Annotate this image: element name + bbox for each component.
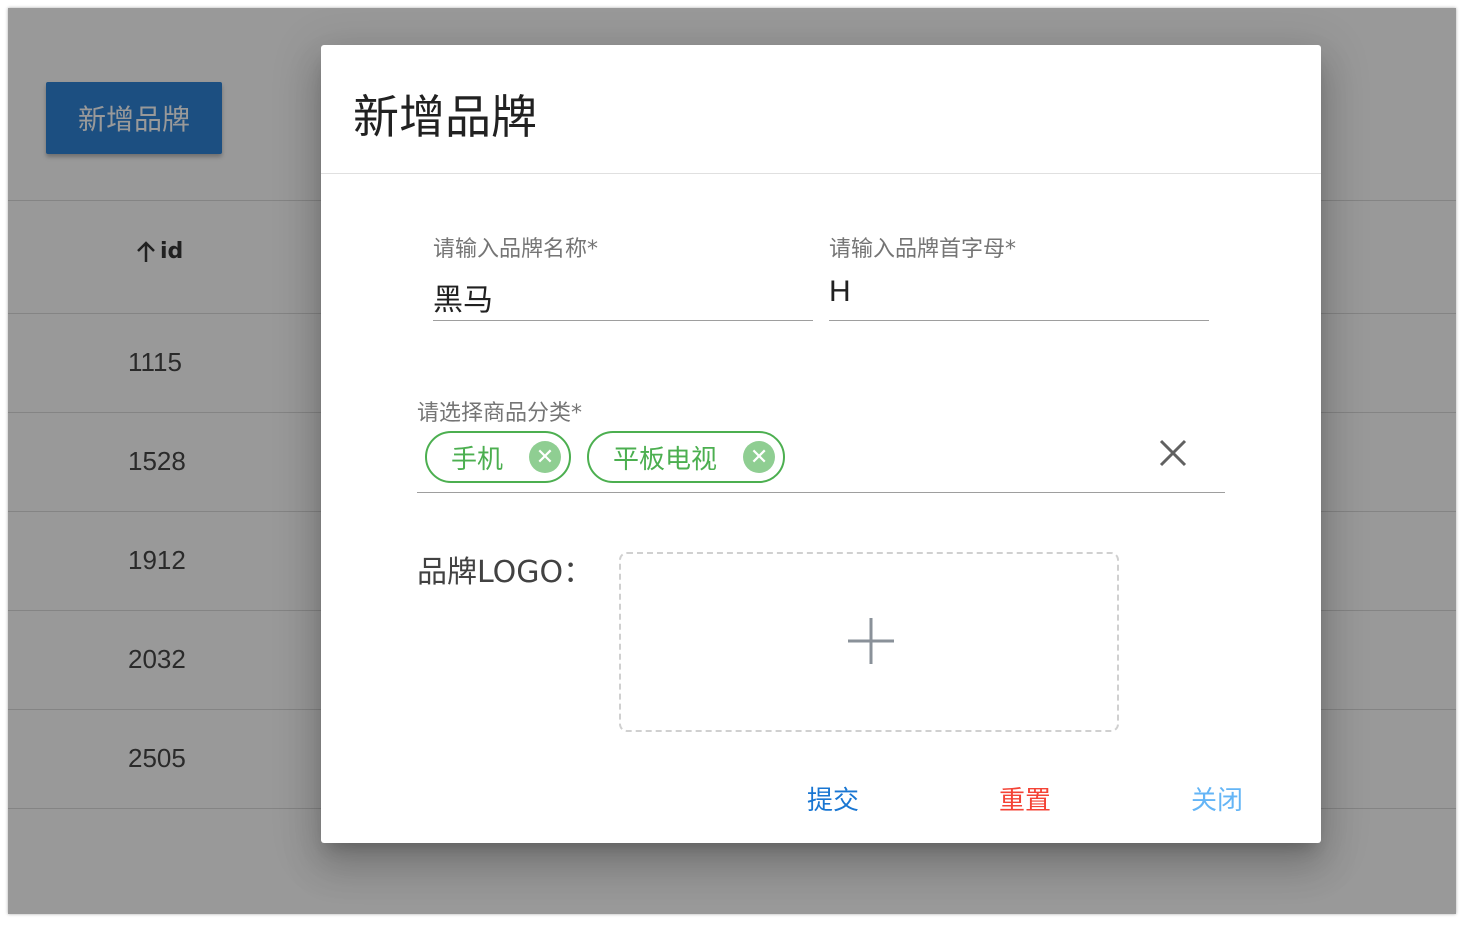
logo-upload-area[interactable] (619, 552, 1119, 732)
brand-name-field[interactable]: 请输入品牌名称* 黑马 (433, 231, 813, 321)
category-chips: 手机 ✕ 平板电视 ✕ (425, 431, 786, 483)
plus-icon (848, 618, 894, 664)
app-window: 新增品牌 id 1115 1528 1912 2032 2505 新增品牌 请输… (8, 8, 1456, 914)
field-underline (417, 492, 1225, 493)
category-chip[interactable]: 平板电视 ✕ (587, 431, 786, 483)
close-circle-icon[interactable]: ✕ (743, 441, 776, 473)
close-circle-icon[interactable]: ✕ (529, 441, 562, 473)
brand-name-input[interactable]: 黑马 (433, 275, 813, 318)
close-button[interactable]: 关闭 (1191, 780, 1243, 817)
field-underline (433, 320, 813, 321)
brand-letter-input[interactable]: H (829, 275, 1209, 313)
chip-label: 平板电视 (613, 444, 718, 475)
submit-button[interactable]: 提交 (807, 780, 859, 817)
brand-letter-label: 请输入品牌首字母* (829, 237, 1017, 262)
add-brand-dialog: 新增品牌 请输入品牌名称* 黑马 请输入品牌首字母* H 请选择商品分类* 手机… (321, 45, 1321, 843)
category-label: 请选择商品分类* (417, 401, 583, 426)
brand-name-label: 请输入品牌名称* (433, 237, 599, 262)
dialog-divider (321, 173, 1321, 174)
brand-letter-field[interactable]: 请输入品牌首字母* H (829, 231, 1209, 321)
field-underline (829, 320, 1209, 321)
category-chip[interactable]: 手机 ✕ (425, 431, 572, 483)
dialog-title: 新增品牌 (353, 90, 537, 144)
close-icon[interactable] (1153, 433, 1193, 473)
reset-button[interactable]: 重置 (999, 780, 1051, 817)
logo-label: 品牌LOGO： (417, 555, 594, 590)
chip-label: 手机 (451, 444, 504, 475)
category-select[interactable]: 请选择商品分类* 手机 ✕ 平板电视 ✕ (417, 395, 1225, 493)
